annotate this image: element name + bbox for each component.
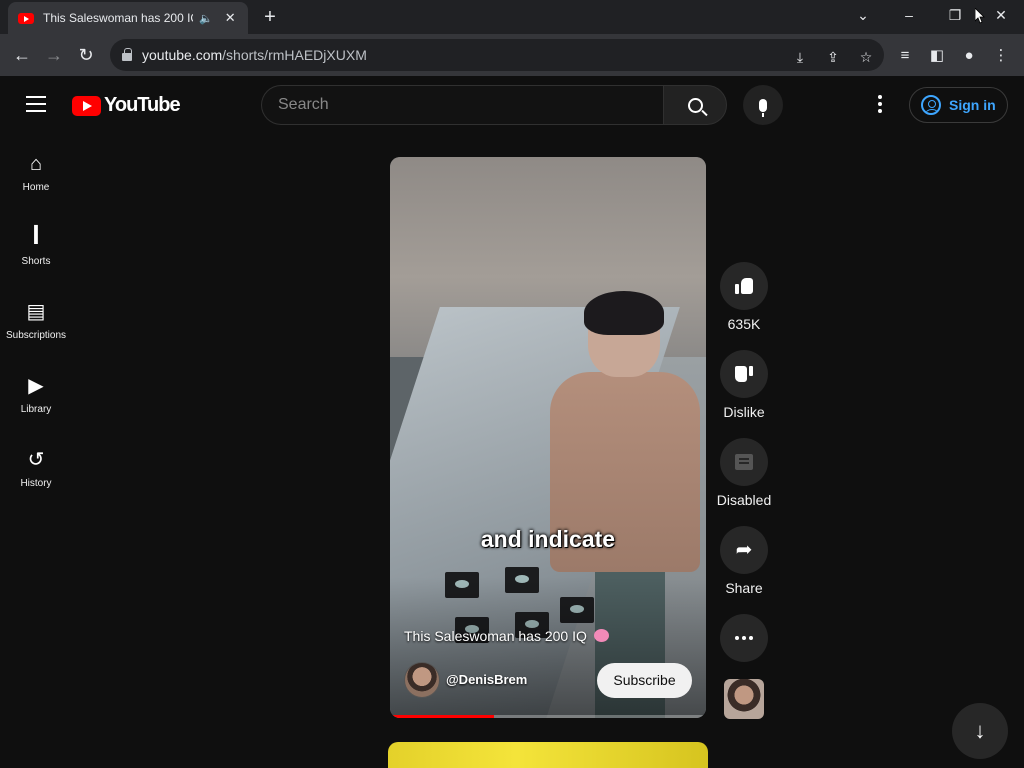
media-control-icon[interactable]: ≡ <box>894 45 916 67</box>
guide-label: Home <box>22 182 50 193</box>
guide-label: Shorts <box>21 256 51 267</box>
brain-icon <box>593 629 609 642</box>
short-title[interactable]: This Saleswoman has 200 IQ <box>404 628 609 644</box>
library-icon: ▶ <box>28 375 44 397</box>
new-tab-button[interactable]: + <box>258 5 282 29</box>
dislike-button[interactable] <box>720 350 768 398</box>
share-arrow-icon: ➦ <box>735 539 753 561</box>
share-button[interactable]: ➦ <box>720 526 768 574</box>
like-count: 635K <box>727 316 761 332</box>
reload-icon[interactable]: ↻ <box>74 43 98 67</box>
browser-toolbar: ← → ↻ youtube.com/shorts/rmHAEDjXUXM ⤓ ⇪… <box>0 34 1024 76</box>
subscribe-button[interactable]: Subscribe <box>597 663 692 698</box>
video-progress-bar[interactable] <box>390 715 706 718</box>
settings-kebab-icon[interactable] <box>870 93 890 115</box>
close-window-button[interactable]: ✕ <box>986 4 1016 26</box>
shorts-video-player[interactable]: and indicate This Saleswoman has 200 IQ … <box>390 157 706 718</box>
video-progress-fill <box>390 715 495 718</box>
guide-label: History <box>20 478 52 489</box>
account-icon <box>921 95 941 115</box>
guide-item-library[interactable]: ▶ Library <box>0 354 72 428</box>
channel-handle[interactable]: @DenisBrem <box>446 672 527 687</box>
guide-item-home[interactable]: ⌂ Home <box>0 132 72 206</box>
microphone-icon <box>759 98 767 117</box>
youtube-logo[interactable]: YouTube <box>72 94 181 117</box>
youtube-favicon-icon <box>18 12 34 24</box>
more-horizontal-icon <box>735 636 753 640</box>
arrow-down-icon: ↓ <box>974 718 986 743</box>
search-input[interactable] <box>261 85 663 125</box>
voice-search-button[interactable] <box>743 85 783 125</box>
youtube-play-logo-icon <box>72 95 101 116</box>
share-page-icon[interactable]: ⇪ <box>823 47 843 67</box>
like-action: 635K <box>716 262 772 332</box>
video-caption: and indicate <box>480 526 616 552</box>
install-app-icon[interactable]: ⤓ <box>790 47 810 67</box>
guide-item-history[interactable]: ↺ History <box>0 428 72 502</box>
next-short-button[interactable]: ↓ <box>952 703 1008 759</box>
address-bar[interactable]: youtube.com/shorts/rmHAEDjXUXM ⤓ ⇪ ☆ <box>110 39 884 71</box>
guide-item-shorts[interactable]: ꟾ Shorts <box>0 206 72 280</box>
like-button[interactable] <box>720 262 768 310</box>
tab-search-chevron-icon[interactable]: ⌄ <box>848 4 878 26</box>
back-arrow-icon[interactable]: ← <box>10 43 34 67</box>
search-box <box>261 85 727 125</box>
comments-action: Disabled <box>716 438 772 508</box>
youtube-masthead: YouTube Sign in <box>0 76 1024 132</box>
next-short-preview[interactable] <box>388 742 708 768</box>
browser-menu-icon[interactable]: ⋮ <box>990 45 1012 67</box>
share-label: Share <box>725 580 763 596</box>
home-icon: ⌂ <box>29 153 43 175</box>
tab-close-icon[interactable]: ✕ <box>225 10 236 26</box>
logo-text: YouTube <box>104 94 181 116</box>
mouse-cursor-icon <box>975 8 985 24</box>
thumbs-down-icon <box>735 366 753 382</box>
comments-button[interactable] <box>720 438 768 486</box>
subscriptions-icon: ▤ <box>26 301 46 323</box>
profile-icon[interactable]: ● <box>958 45 980 67</box>
tab-title: This Saleswoman has 200 IQ <box>43 11 193 25</box>
url-text[interactable]: youtube.com/shorts/rmHAEDjXUXM <box>142 47 367 63</box>
side-panel-icon[interactable]: ◧ <box>926 45 948 67</box>
sign-in-label: Sign in <box>949 97 996 113</box>
history-icon: ↺ <box>27 449 45 471</box>
restore-button[interactable]: ❐ <box>940 4 970 26</box>
bookmark-star-icon[interactable]: ☆ <box>856 47 876 67</box>
shorts-icon: ꟾ <box>32 227 40 249</box>
sound-thumbnail[interactable] <box>724 679 764 719</box>
share-action: ➦ Share <box>716 526 772 596</box>
channel-avatar[interactable] <box>404 662 440 698</box>
guide-label: Subscriptions <box>5 330 67 341</box>
guide-item-subscriptions[interactable]: ▤ Subscriptions <box>0 280 72 354</box>
browser-tab[interactable]: This Saleswoman has 200 IQ 🔈 ✕ <box>8 2 248 34</box>
speaker-icon[interactable]: 🔈 <box>199 12 213 25</box>
dislike-action: Dislike <box>716 350 772 420</box>
browser-titlebar: This Saleswoman has 200 IQ 🔈 ✕ + ⌄ – ❐ ✕ <box>0 0 1024 34</box>
lock-icon[interactable] <box>122 48 132 61</box>
more-action <box>716 614 772 662</box>
forward-arrow-icon[interactable]: → <box>42 43 66 67</box>
menu-icon[interactable] <box>26 96 46 112</box>
comment-icon <box>735 454 753 470</box>
thumbs-up-icon <box>735 278 753 294</box>
search-button[interactable] <box>663 85 727 125</box>
sign-in-button[interactable]: Sign in <box>909 87 1008 123</box>
comments-label: Disabled <box>716 492 772 508</box>
guide-label: Library <box>20 404 52 415</box>
more-options-button[interactable] <box>720 614 768 662</box>
minimize-button[interactable]: – <box>894 4 924 26</box>
search-icon <box>687 97 703 113</box>
dislike-label: Dislike <box>723 404 765 420</box>
